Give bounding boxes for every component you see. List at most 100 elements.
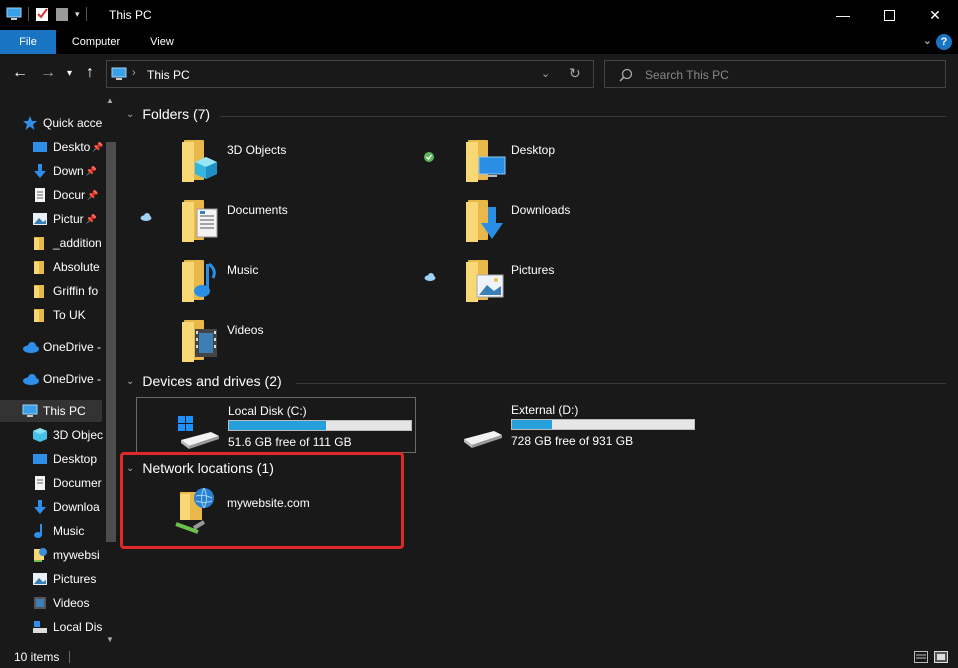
scrollbar-thumb[interactable] xyxy=(106,142,116,542)
address-row: ← → ▾ ↑ › This PC ⌄ ↻ Search This PC xyxy=(0,54,958,94)
address-bar[interactable]: › This PC ⌄ ↻ xyxy=(106,60,594,88)
scroll-down-icon[interactable]: ▼ xyxy=(106,635,114,644)
highlight-annotation-box xyxy=(120,452,404,549)
download-icon xyxy=(481,207,503,239)
ribbon-tabs: File Computer View ⌄ ? xyxy=(0,30,958,54)
group-title: Devices and drives (2) xyxy=(142,373,282,389)
drive-usage-fill xyxy=(512,420,552,429)
music-icon xyxy=(194,262,216,297)
sidebar-scrollbar[interactable]: ▲ ▼ xyxy=(104,96,116,646)
sidebar-item-label: Pictures xyxy=(53,572,97,586)
toolbar-separator xyxy=(85,7,87,21)
pin-icon: 📌 xyxy=(85,165,97,176)
folder-icon xyxy=(32,259,48,275)
minimize-button[interactable]: — xyxy=(820,0,866,30)
cloud-status-icon xyxy=(424,273,436,281)
tab-computer[interactable]: Computer xyxy=(60,30,132,54)
close-icon: ✕ xyxy=(929,6,941,23)
drive-usage-bar xyxy=(228,420,412,431)
refresh-icon[interactable]: ↻ xyxy=(569,65,581,82)
sidebar-item-label: 3D Objec xyxy=(53,428,104,442)
up-arrow-icon[interactable]: ↑ xyxy=(86,64,94,82)
folder-tile-videos[interactable]: Videos xyxy=(182,316,442,372)
title-bar: ▾ This PC — ✕ xyxy=(0,0,958,30)
tab-file[interactable]: File xyxy=(0,30,56,54)
forward-arrow-icon[interactable]: → xyxy=(40,64,56,82)
computer-icon xyxy=(111,67,127,80)
sidebar-item-label: Desktop xyxy=(53,452,98,466)
help-button[interactable]: ? xyxy=(936,34,952,50)
recent-locations-chevron-icon[interactable]: ▾ xyxy=(67,68,72,79)
desktop-icon xyxy=(32,451,48,467)
collapse-chevron-icon[interactable]: ⌄ xyxy=(126,376,134,387)
download-icon xyxy=(32,499,48,515)
sidebar-item-label: Documer xyxy=(53,476,102,490)
address-dropdown-chevron-icon[interactable]: ⌄ xyxy=(541,67,550,80)
window-title: This PC xyxy=(109,8,152,22)
sidebar-item-label: OneDrive - xyxy=(43,372,102,386)
sidebar-item-label: Local Dis xyxy=(53,620,103,634)
drive-tile-local-disk-c[interactable]: Local Disk (C:) 51.6 GB free of 111 GB xyxy=(136,397,416,453)
back-arrow-icon[interactable]: ← xyxy=(12,64,28,82)
search-input[interactable]: Search This PC xyxy=(604,60,946,88)
document-icon xyxy=(196,208,218,238)
folder-tile-documents[interactable]: Documents xyxy=(182,196,442,252)
folder-tile-desktop[interactable]: Desktop xyxy=(466,136,726,192)
folder-label: 3D Objects xyxy=(227,143,287,157)
computer-icon[interactable] xyxy=(6,7,22,21)
folder-tile-3d-objects[interactable]: 3D Objects xyxy=(182,136,442,192)
sidebar-item-label: This PC xyxy=(43,404,86,418)
folder-label: Desktop xyxy=(511,143,556,157)
folder-tile-music[interactable]: Music xyxy=(182,256,442,312)
pictures-icon xyxy=(32,211,48,227)
maximize-button[interactable] xyxy=(866,0,912,30)
pictures-icon xyxy=(32,571,48,587)
minimize-icon: — xyxy=(836,7,850,23)
sidebar-item-this-pc[interactable]: This PC xyxy=(0,400,102,422)
group-folders-header[interactable]: ⌄ Folders (7) xyxy=(126,106,210,122)
windows-drive-icon xyxy=(178,416,219,449)
navigation-pane: Quick acce Deskto 📌 Down 📌 Docur 📌 Pictur 📌 … xyxy=(0,94,118,646)
expand-ribbon-chevron-icon[interactable]: ⌄ xyxy=(923,34,932,47)
large-icons-view-icon[interactable] xyxy=(934,651,948,663)
sidebar-item-label: OneDrive - xyxy=(43,340,102,354)
details-view-icon[interactable] xyxy=(914,651,928,663)
download-icon xyxy=(32,163,48,179)
quick-access-toolbar: ▾ xyxy=(6,6,87,22)
scroll-up-icon[interactable]: ▲ xyxy=(106,96,114,105)
group-drives-header[interactable]: ⌄ Devices and drives (2) xyxy=(126,373,282,389)
folder-tile-pictures[interactable]: Pictures xyxy=(466,256,726,312)
new-folder-icon[interactable] xyxy=(55,6,69,22)
network-location-icon xyxy=(32,547,48,563)
content-pane: ⌄ Folders (7) 3D Objects Desktop Documen… xyxy=(118,94,958,646)
collapse-chevron-icon[interactable]: ⌄ xyxy=(126,109,134,120)
breadcrumb-this-pc[interactable]: This PC xyxy=(147,68,190,82)
desktop-icon xyxy=(32,139,48,155)
folder-label: Documents xyxy=(227,203,288,217)
breadcrumb-separator-icon[interactable]: › xyxy=(132,67,136,79)
cube-icon xyxy=(32,427,48,443)
status-bar: 10 items xyxy=(0,646,958,668)
drive-label: Local Disk (C:) xyxy=(228,404,307,418)
drive-label: External (D:) xyxy=(511,403,579,417)
drive-tile-external-d[interactable]: External (D:) 728 GB free of 931 GB xyxy=(420,397,700,453)
properties-icon[interactable] xyxy=(35,6,49,22)
drive-usage-fill xyxy=(229,421,327,430)
music-icon xyxy=(32,523,48,539)
drive-free-space: 728 GB free of 931 GB xyxy=(511,434,634,448)
synced-check-icon xyxy=(424,152,434,162)
folder-label: Downloads xyxy=(511,203,571,217)
desktop-icon xyxy=(478,156,506,177)
customize-toolbar-chevron-icon[interactable]: ▾ xyxy=(75,9,80,20)
sidebar-item-label: Down xyxy=(53,164,84,178)
sidebar-item-label: Downloa xyxy=(53,500,100,514)
status-separator xyxy=(69,651,70,663)
tab-view[interactable]: View xyxy=(136,30,188,54)
group-divider xyxy=(220,116,946,117)
close-button[interactable]: ✕ xyxy=(912,0,958,30)
drive-icon xyxy=(32,619,48,635)
sidebar-item-label: Music xyxy=(53,524,85,538)
folder-tile-downloads[interactable]: Downloads xyxy=(466,196,726,252)
cloud-icon xyxy=(22,339,39,355)
maximize-icon xyxy=(883,9,895,21)
